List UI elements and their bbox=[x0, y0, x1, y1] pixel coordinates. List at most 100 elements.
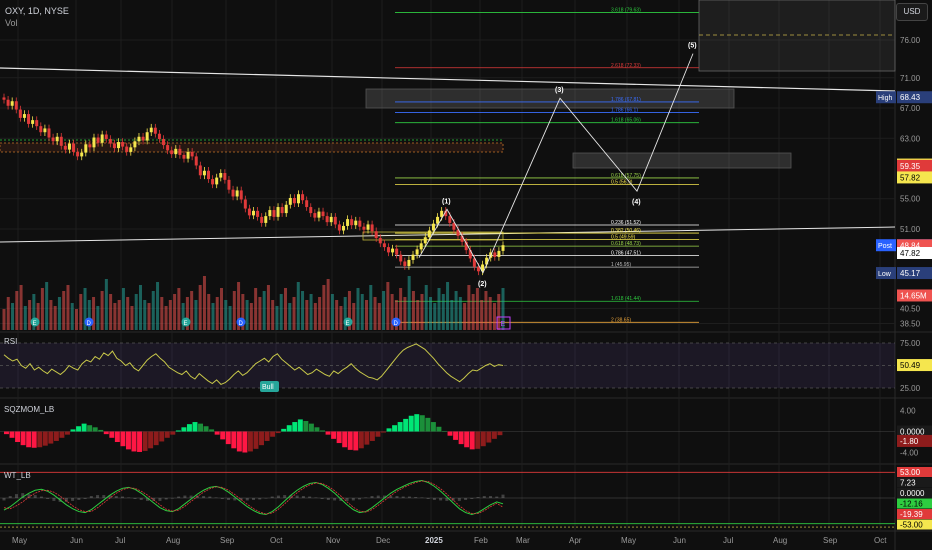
volume-bar bbox=[292, 297, 296, 330]
candle-body bbox=[350, 219, 354, 226]
fib-level-label: 1 (45.95) bbox=[611, 262, 631, 268]
sqz-bar bbox=[98, 429, 104, 432]
sqz-bar bbox=[214, 431, 220, 435]
volume-bar bbox=[100, 291, 104, 330]
candle-body bbox=[284, 204, 288, 214]
time-axis-label: Sep bbox=[823, 536, 838, 545]
volume-bar bbox=[433, 303, 437, 330]
volume-bar bbox=[151, 291, 155, 330]
sqz-bar bbox=[159, 431, 165, 442]
volume-bar bbox=[365, 300, 369, 330]
event-marker-label: D bbox=[394, 321, 399, 327]
volume-bar bbox=[215, 297, 219, 330]
sqz-bar bbox=[181, 427, 187, 432]
time-axis-label: 2025 bbox=[425, 536, 443, 545]
candle-body bbox=[239, 190, 243, 200]
price-tag-label: High bbox=[878, 95, 893, 102]
wt-diff-bar bbox=[177, 496, 181, 498]
wave-label: (5) bbox=[688, 43, 697, 50]
volume-bar bbox=[15, 291, 19, 330]
sqz-bar bbox=[242, 431, 248, 453]
wt-diff-bar bbox=[401, 496, 405, 498]
candle-body bbox=[497, 250, 501, 257]
candle-body bbox=[227, 179, 231, 190]
wt-diff-bar bbox=[8, 496, 12, 498]
candle-body bbox=[305, 200, 309, 208]
volume-bar bbox=[168, 300, 172, 330]
wt-value: -19.39 bbox=[900, 510, 923, 519]
volume-bar bbox=[356, 288, 360, 330]
volume-bar bbox=[480, 300, 484, 330]
event-marker-label: D bbox=[239, 321, 244, 327]
sqz-bar bbox=[331, 431, 337, 439]
volume-bar bbox=[138, 285, 142, 330]
price-tick-label: 40.50 bbox=[900, 304, 921, 313]
candle-body bbox=[431, 223, 435, 231]
sqz-bar bbox=[109, 431, 115, 438]
volume-bar bbox=[407, 276, 411, 330]
candle-body bbox=[108, 139, 112, 144]
volume-bar bbox=[156, 282, 160, 330]
wt-diff-bar bbox=[33, 495, 37, 498]
price-tag-value: 68.43 bbox=[900, 93, 921, 102]
volume-bar bbox=[428, 297, 432, 330]
volume-bar bbox=[130, 306, 134, 330]
candle-body bbox=[386, 247, 390, 253]
sqz-bar bbox=[42, 431, 48, 446]
sqz-bar bbox=[137, 431, 143, 452]
wave-label: (4) bbox=[632, 199, 641, 206]
volume-bar bbox=[386, 282, 390, 330]
sqz-bar bbox=[20, 431, 26, 446]
candle-body bbox=[256, 210, 260, 217]
sqz-bar bbox=[386, 428, 392, 432]
candle-body bbox=[137, 136, 141, 142]
wt-diff-bar bbox=[358, 498, 362, 500]
candle-body bbox=[157, 133, 161, 140]
wt-diff-bar bbox=[432, 498, 436, 500]
sqz-bar bbox=[203, 426, 209, 432]
volume-bar bbox=[262, 291, 266, 330]
sqz-bar bbox=[37, 431, 43, 448]
candle-body bbox=[399, 254, 403, 262]
candle-body bbox=[202, 170, 206, 176]
volume-bar bbox=[2, 309, 6, 330]
candle-body bbox=[18, 109, 22, 118]
sqz-bar bbox=[436, 426, 442, 432]
fib-level-label: 2.618 (72.33) bbox=[611, 63, 641, 69]
candle-body bbox=[35, 120, 39, 127]
time-axis-label: Dec bbox=[376, 536, 390, 545]
sqz-bar bbox=[403, 418, 409, 432]
candle-body bbox=[272, 210, 276, 217]
candle-body bbox=[31, 120, 35, 124]
candle-body bbox=[10, 101, 14, 106]
candle-body bbox=[190, 151, 194, 157]
candle-body bbox=[292, 197, 296, 204]
candle-body bbox=[501, 245, 505, 251]
sqz-bar bbox=[264, 431, 270, 441]
candle-body bbox=[129, 147, 133, 152]
sqz-bar bbox=[292, 422, 298, 432]
sqz-bar bbox=[53, 431, 59, 441]
currency-button[interactable]: USD bbox=[896, 3, 928, 21]
wt-diff-bar bbox=[376, 495, 380, 498]
target-zone-mid bbox=[572, 152, 792, 169]
volume-bar bbox=[288, 303, 292, 330]
time-axis-label: Aug bbox=[773, 536, 787, 545]
sqz-bar bbox=[220, 431, 226, 440]
volume-bar bbox=[275, 306, 279, 330]
candle-body bbox=[280, 207, 284, 214]
sqz-bar bbox=[353, 431, 359, 451]
sqz-bar bbox=[497, 431, 503, 436]
event-marker-label: E bbox=[346, 321, 350, 327]
wt-diff-bar bbox=[52, 498, 56, 501]
wt-diff-bar bbox=[489, 496, 493, 498]
sqz-bar bbox=[59, 431, 65, 438]
candle-body bbox=[317, 211, 321, 218]
volume-bar bbox=[377, 303, 381, 330]
candle-body bbox=[100, 134, 104, 143]
candle-body bbox=[162, 139, 166, 146]
candle-body bbox=[43, 128, 47, 133]
sqz-bar bbox=[131, 431, 137, 452]
volume-bar bbox=[104, 279, 108, 330]
event-marker-label: E bbox=[33, 321, 37, 327]
